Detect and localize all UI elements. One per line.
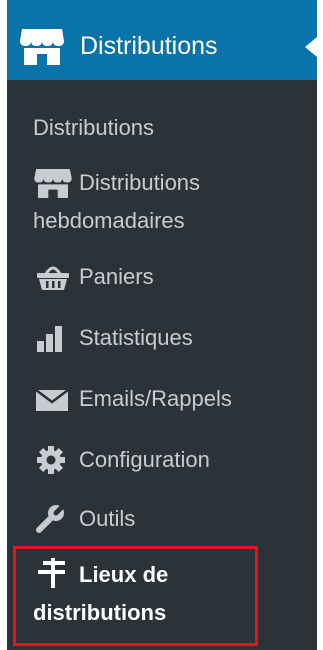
submenu-label: Outils <box>79 506 136 531</box>
submenu-label: Emails/Rappels <box>79 386 232 411</box>
submenu-outils[interactable]: Outils <box>7 502 317 536</box>
submenu-label-line2: hebdomadaires <box>33 208 185 233</box>
store-icon <box>20 29 64 65</box>
menu-title: Distributions <box>80 32 218 60</box>
gear-icon <box>37 446 65 474</box>
submenu-label: Distributions <box>33 115 155 140</box>
submenu-paniers[interactable]: Paniers <box>7 260 317 294</box>
envelope-icon <box>35 389 69 411</box>
current-menu-arrow <box>305 37 317 57</box>
submenu-label: Configuration <box>79 447 210 472</box>
menu-distributions[interactable]: Distributions <box>7 0 317 80</box>
submenu-distributions-hebdomadaires[interactable]: Distributions hebdomadaires <box>7 166 317 242</box>
submenu-distributions[interactable]: Distributions <box>7 111 317 145</box>
submenu-label-line1: Distributions <box>79 170 201 195</box>
bar-chart-icon <box>37 326 62 352</box>
highlight-box <box>13 546 258 646</box>
submenu-label: Statistiques <box>79 325 193 350</box>
basket-icon <box>37 266 69 290</box>
screenshot-frame: Distributions Distributions Distribution… <box>0 0 323 650</box>
wrench-icon <box>36 504 66 533</box>
submenu-emails-rappels[interactable]: Emails/Rappels <box>7 382 317 416</box>
store-icon <box>34 168 72 198</box>
submenu-configuration[interactable]: Configuration <box>7 443 317 477</box>
submenu-label: Paniers <box>79 264 154 289</box>
submenu-statistiques[interactable]: Statistiques <box>7 321 317 355</box>
